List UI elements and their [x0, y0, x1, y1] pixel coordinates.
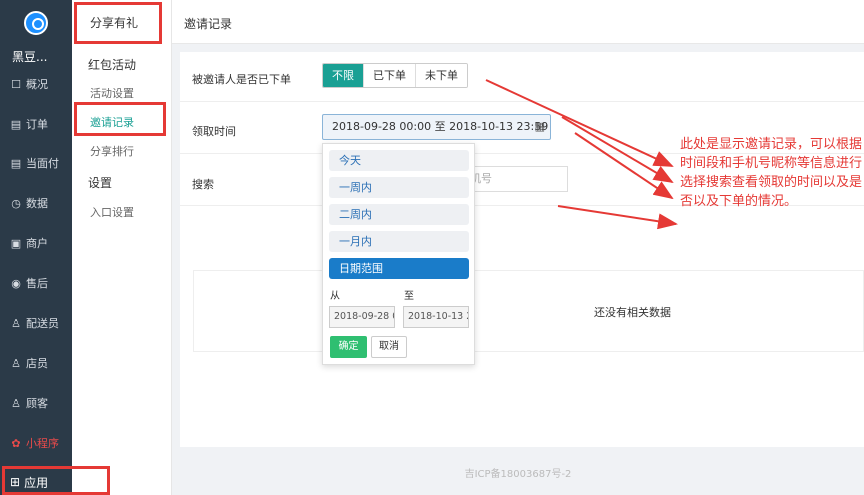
nav-item-data[interactable]: ◷ 数据 [0, 193, 72, 213]
customer-icon: ♙ [11, 396, 21, 410]
option-ordered[interactable]: 已下单 [364, 64, 416, 87]
nav-item-courier[interactable]: ♙ 配送员 [0, 313, 72, 333]
search-label: 搜索 [192, 178, 214, 191]
from-label: 从 [330, 291, 340, 302]
clerk-icon: ♙ [11, 356, 21, 370]
main-content: 邀请记录 被邀请人是否已下单 不限 已下单 未下单 领取时间 2018-09-2… [172, 0, 864, 495]
order-status-segmented: 不限 已下单 未下单 [322, 63, 468, 88]
to-date-input[interactable]: 2018-10-13 23:59 [403, 306, 469, 328]
annotation-text: 此处是显示邀请记录，可以根据时间段和手机号昵称等信息进行选择搜索查看领取的时间以… [680, 137, 863, 209]
time-label: 领取时间 [192, 125, 236, 138]
nav-item-overview[interactable]: ☐ 概况 [0, 74, 72, 94]
option-date-range[interactable]: 日期范围 [329, 258, 469, 279]
overview-icon: ☐ [11, 77, 21, 91]
calendar-icon: ▦ [534, 120, 545, 133]
data-icon: ◷ [11, 196, 21, 210]
empty-state-text: 还没有相关数据 [594, 306, 671, 319]
courier-icon: ♙ [11, 316, 21, 330]
order-status-label: 被邀请人是否已下单 [192, 73, 291, 86]
nav-item-customer[interactable]: ♙ 顾客 [0, 393, 72, 413]
mini-program-icon: ✿ [11, 436, 21, 450]
option-one-week[interactable]: 一周内 [329, 177, 469, 198]
cancel-button[interactable]: 取消 [371, 336, 407, 358]
option-unlimited[interactable]: 不限 [323, 64, 364, 87]
from-date-input[interactable]: 2018-09-28 00:00 [329, 306, 395, 328]
sub-group-red-packet: 红包活动 [88, 58, 137, 72]
sub-item-share-ranking[interactable]: 分享排行 [90, 143, 134, 159]
merchant-icon: ▣ [10, 236, 22, 250]
option-not-ordered[interactable]: 未下单 [416, 64, 467, 87]
nav-item-clerk[interactable]: ♙ 店员 [0, 353, 72, 373]
sub-sidebar: 分享有礼 红包活动 活动设置 邀请记录 分享排行 设置 入口设置 [72, 0, 172, 495]
sub-item-activity-settings[interactable]: 活动设置 [90, 85, 134, 101]
option-one-month[interactable]: 一月内 [329, 231, 469, 252]
date-range-input[interactable]: 2018-09-28 00:00 至 2018-10-13 23:59 ▦ [322, 114, 551, 140]
sub-item-invite-records[interactable]: 邀请记录 [90, 114, 134, 130]
filter-row-order-status: 被邀请人是否已下单 不限 已下单 未下单 [180, 52, 864, 102]
nav-item-mini-program[interactable]: ✿ 小程序 [0, 433, 72, 453]
filter-panel: 被邀请人是否已下单 不限 已下单 未下单 领取时间 2018-09-28 00:… [180, 52, 864, 447]
sub-sidebar-title[interactable]: 分享有礼 [90, 14, 138, 31]
main-sidebar: 黑豆... ☐ 概况 ▤ 订单 ▤ 当面付 ◷ 数据 ▣ 商户 ◉ 售后 ♙ 配送员 ♙ 店员 … [0, 0, 72, 495]
shop-name[interactable]: 黑豆... [12, 48, 47, 65]
nav-item-face-pay[interactable]: ▤ 当面付 [0, 153, 72, 173]
records-table [193, 270, 864, 352]
sub-group-settings: 设置 [88, 176, 113, 190]
after-sales-icon: ◉ [11, 276, 21, 290]
nav-item-orders[interactable]: ▤ 订单 [0, 114, 72, 134]
option-today[interactable]: 今天 [329, 150, 469, 171]
date-range-dropdown: 今天 一周内 二周内 一月内 日期范围 从 至 2018-09-28 00:00… [322, 143, 475, 365]
logo-icon [24, 11, 48, 35]
option-two-weeks[interactable]: 二周内 [329, 204, 469, 225]
to-label: 至 [404, 291, 414, 302]
nav-item-merchant[interactable]: ▣ 商户 [0, 233, 72, 253]
nav-item-after-sales[interactable]: ◉ 售后 [0, 273, 72, 293]
footer-icp[interactable]: 吉ICP备18003687号-2 [172, 455, 864, 495]
confirm-button[interactable]: 确定 [330, 336, 367, 358]
page-title: 邀请记录 [184, 17, 233, 31]
page-header: 邀请记录 [172, 0, 864, 44]
sub-item-entry-settings[interactable]: 入口设置 [90, 204, 134, 220]
app-grid-icon: ⊞ [10, 475, 21, 489]
order-icon: ▤ [10, 117, 22, 131]
face-pay-icon: ▤ [10, 156, 22, 170]
